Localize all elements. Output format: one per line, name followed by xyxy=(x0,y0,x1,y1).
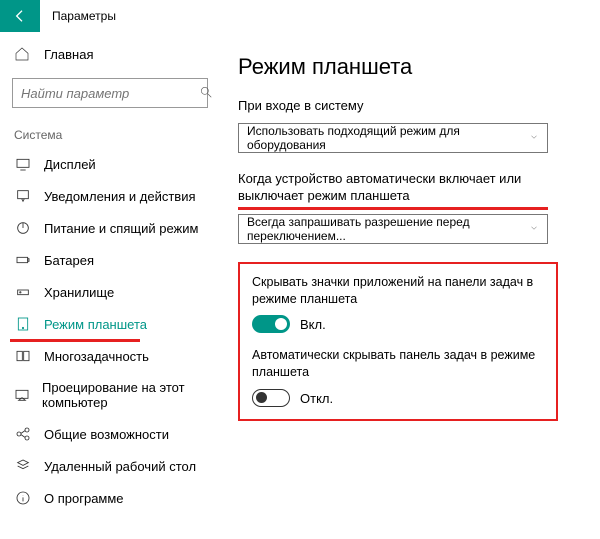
toggle1-label: Скрывать значки приложений на панели зад… xyxy=(252,274,544,308)
nav-label: Дисплей xyxy=(44,157,96,172)
power-icon xyxy=(14,220,32,236)
sidebar-item-about[interactable]: О программе xyxy=(0,482,220,514)
nav-label: Многозадачность xyxy=(44,349,149,364)
nav-label: Режим планшета xyxy=(44,317,147,332)
toggle2-state: Откл. xyxy=(300,391,333,406)
nav-label: Батарея xyxy=(44,253,94,268)
toggle-hide-icons[interactable] xyxy=(252,315,290,333)
project-icon xyxy=(14,387,30,403)
nav-label: Общие возможности xyxy=(44,427,169,442)
nav-label: Удаленный рабочий стол xyxy=(44,459,196,474)
section-title: Система xyxy=(0,122,220,148)
sidebar-item-battery[interactable]: Батарея xyxy=(0,244,220,276)
notification-icon xyxy=(14,188,32,204)
autoswitch-label: Когда устройство автоматически включает … xyxy=(238,171,582,205)
nav-label: Хранилище xyxy=(44,285,114,300)
info-icon xyxy=(14,490,32,506)
back-button[interactable] xyxy=(0,0,40,32)
sidebar-item-notifications[interactable]: Уведомления и действия xyxy=(0,180,220,212)
search-icon xyxy=(199,85,213,102)
sidebar-item-remote[interactable]: Удаленный рабочий стол xyxy=(0,450,220,482)
home-label: Главная xyxy=(44,47,93,62)
signin-label: При входе в систему xyxy=(238,98,582,115)
sidebar-item-display[interactable]: Дисплей xyxy=(0,148,220,180)
nav-label: Проецирование на этот компьютер xyxy=(42,380,206,410)
toggle-hide-taskbar[interactable] xyxy=(252,389,290,407)
display-icon xyxy=(14,156,32,172)
autoswitch-value: Всегда запрашивать разрешение перед пере… xyxy=(247,215,529,243)
search-input-container[interactable] xyxy=(12,78,208,108)
chevron-down-icon xyxy=(529,222,539,236)
nav-label: О программе xyxy=(44,491,124,506)
battery-icon xyxy=(14,252,32,268)
home-icon xyxy=(14,46,32,62)
nav-label: Питание и спящий режим xyxy=(44,221,198,236)
sidebar-item-power[interactable]: Питание и спящий режим xyxy=(0,212,220,244)
sidebar-item-projecting[interactable]: Проецирование на этот компьютер xyxy=(0,372,220,418)
toggle1-state: Вкл. xyxy=(300,317,326,332)
chevron-down-icon xyxy=(529,131,539,145)
home-link[interactable]: Главная xyxy=(0,40,220,68)
app-title: Параметры xyxy=(40,9,116,23)
autoswitch-select[interactable]: Всегда запрашивать разрешение перед пере… xyxy=(238,214,548,244)
sidebar-item-multitasking[interactable]: Многозадачность xyxy=(0,340,220,372)
sidebar-item-tablet-mode[interactable]: Режим планшета xyxy=(0,308,220,340)
nav-label: Уведомления и действия xyxy=(44,189,196,204)
remote-icon xyxy=(14,458,32,474)
multitask-icon xyxy=(14,348,32,364)
sidebar-item-shared[interactable]: Общие возможности xyxy=(0,418,220,450)
shared-icon xyxy=(14,426,32,442)
annotation-underline xyxy=(238,207,548,210)
signin-select[interactable]: Использовать подходящий режим для оборуд… xyxy=(238,123,548,153)
page-title: Режим планшета xyxy=(238,54,582,80)
tablet-icon xyxy=(14,316,32,332)
sidebar-item-storage[interactable]: Хранилище xyxy=(0,276,220,308)
toggle2-label: Автоматически скрывать панель задач в ре… xyxy=(252,347,544,381)
signin-value: Использовать подходящий режим для оборуд… xyxy=(247,124,529,152)
annotation-highlight-box: Скрывать значки приложений на панели зад… xyxy=(238,262,558,422)
search-input[interactable] xyxy=(21,86,199,101)
storage-icon xyxy=(14,284,32,300)
